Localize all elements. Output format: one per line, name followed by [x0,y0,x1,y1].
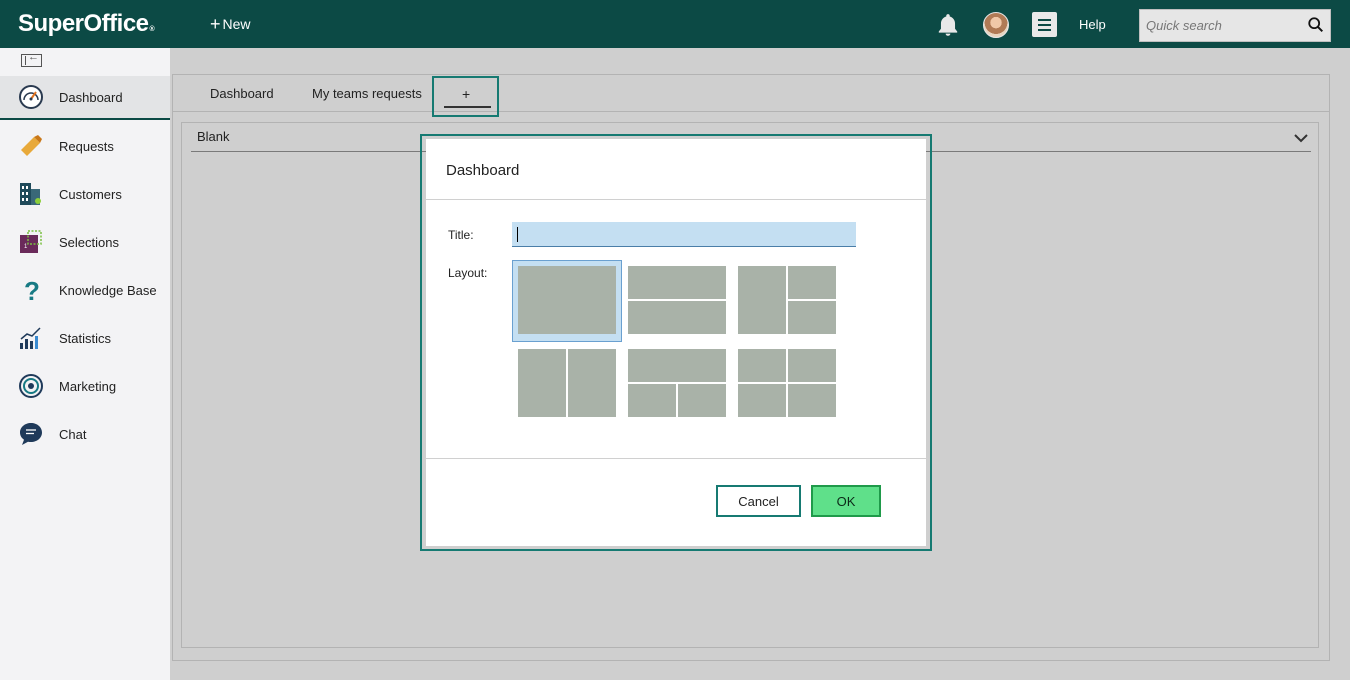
layout-cell [788,384,836,417]
quick-search-box[interactable] [1139,9,1331,42]
dialog-footer-divider [426,458,926,459]
layout-option-single[interactable] [512,260,622,342]
layout-option-four-grid[interactable] [733,344,843,426]
cancel-button[interactable]: Cancel [716,485,801,517]
app-logo[interactable]: SuperOffice® [18,10,155,38]
layout-cell [628,301,726,334]
layout-cell [518,349,566,417]
dialog-header-divider [426,199,926,200]
tab-my-teams-requests[interactable]: My teams requests [312,86,422,101]
layout-option-two-rows[interactable] [623,261,733,343]
sidebar-item-chat[interactable]: Chat [0,412,170,456]
layout-cell [518,266,616,334]
add-tab-plus-icon: + [462,86,471,102]
layout-cell [788,266,836,299]
bell-icon[interactable] [935,12,961,38]
chevron-down-icon[interactable] [1293,132,1309,144]
layout-cell [788,349,836,382]
layout-option-two-columns[interactable] [513,344,623,426]
dashboard-tabs: Dashboard My teams requests [172,74,1330,112]
text-cursor [517,227,518,242]
sidebar-item-statistics[interactable]: Statistics [0,316,170,360]
sidebar-item-label: Chat [59,426,87,442]
sidebar-item-label: Selections [59,234,119,250]
building-icon [20,183,41,205]
layout-cell [788,301,836,334]
plus-icon: + [210,14,221,34]
title-field-label: Title: [448,228,474,242]
ok-button[interactable]: OK [811,485,881,517]
sidebar-item-dashboard[interactable]: Dashboard [0,76,170,120]
layout-cell [628,384,676,417]
layout-cell [738,266,786,334]
chat-bubble-icon [20,423,42,445]
dialog-title: Dashboard [446,162,520,179]
title-input[interactable] [512,222,856,247]
sidebar-item-requests[interactable]: Requests [0,124,170,168]
target-icon [19,374,43,398]
sidebar-item-knowledge-base[interactable]: ? Knowledge Base [0,268,170,312]
layout-cell [628,349,726,382]
sidebar-item-label: Marketing [59,378,117,394]
logo-text: SuperOffice [18,10,149,37]
dashboard-gauge-icon [19,85,43,109]
sidebar: Dashboard Requests Customers 1 Selection… [0,48,170,680]
sidebar-item-label: Requests [59,138,114,154]
layout-option-top-wide-bottom-split[interactable] [623,344,733,426]
help-link[interactable]: Help [1079,17,1106,32]
layout-cell [628,266,726,299]
sidebar-item-label: Statistics [59,330,112,346]
bar-chart-icon [20,327,41,349]
section-title: Blank [197,129,230,144]
logo-registered-mark: ® [149,26,155,33]
sidebar-item-customers[interactable]: Customers [0,172,170,216]
layout-field-label: Layout: [448,266,488,280]
tab-dashboard[interactable]: Dashboard [210,86,274,101]
new-button-label: New [222,16,251,32]
quick-search-input[interactable] [1140,10,1300,41]
selection-icon: 1 [20,230,42,253]
sidebar-item-label: Dashboard [59,89,123,105]
add-tab-button[interactable]: + [432,76,499,117]
new-button[interactable]: + New [210,14,251,34]
hamburger-menu-icon[interactable] [1032,12,1057,37]
sidebar-item-label: Customers [59,186,122,202]
question-mark-icon: ? [24,277,40,303]
layout-cell [738,349,786,382]
sidebar-item-marketing[interactable]: Marketing [0,364,170,408]
layout-cell [678,384,726,417]
search-icon[interactable] [1307,16,1325,34]
sidebar-item-selections[interactable]: 1 Selections [0,220,170,264]
svg-text:?: ? [24,277,40,303]
layout-cell [738,384,786,417]
active-tab-underline [444,106,491,108]
collapse-sidebar-icon[interactable] [21,51,42,67]
user-avatar[interactable] [983,12,1009,38]
dashboard-dialog: Dashboard Title: Layout: Cancel OK [426,139,926,546]
ticket-icon [21,135,42,156]
layout-cell [568,349,616,417]
top-bar: SuperOffice® + New Help [0,0,1350,48]
sidebar-item-label: Knowledge Base [59,282,157,298]
layout-option-left-big-right-split[interactable] [733,261,843,343]
